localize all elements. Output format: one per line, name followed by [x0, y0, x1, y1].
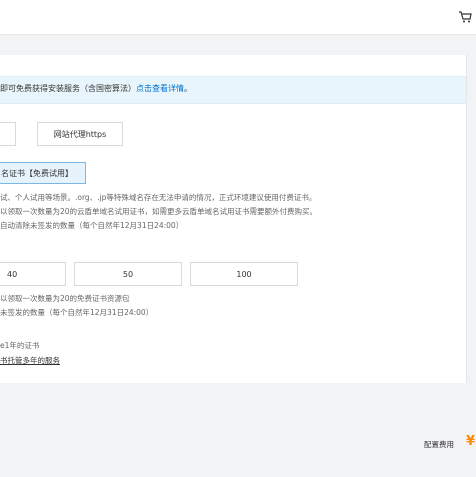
cert-note-1: 试、个人试用等场景。.org、.jp等特殊域名存在无法申请的情况，正式环境建议使… — [0, 193, 317, 202]
quantity-option-40[interactable]: 40 — [0, 262, 66, 286]
cert-note-3: 自动清除未签发的数量（每个自然年12月31日24:00） — [0, 221, 184, 230]
price-currency: ¥ — [466, 434, 476, 449]
notice-text: 即可免费获得安装服务（含国密算法）点击查看详情。 — [0, 83, 192, 94]
notice-message: 即可免费获得安装服务（含国密算法） — [0, 84, 136, 93]
service-option-partial[interactable] — [0, 122, 16, 146]
cart-icon[interactable] — [458, 10, 472, 24]
cert-year-note: e1年的证书 — [0, 341, 40, 350]
cert-type-option-selected[interactable]: 名证书【免费试用】 — [0, 162, 86, 184]
config-fee-label: 配置费用 — [424, 440, 454, 449]
quantity-option-50[interactable]: 50 — [74, 262, 182, 286]
notice-suffix: 。 — [184, 84, 192, 93]
package-note-1: 以领取一次数量为20的免费证书资源包 — [0, 294, 130, 303]
service-option-https-proxy[interactable]: 网站代理https — [37, 122, 123, 146]
config-panel — [0, 55, 467, 383]
quantity-option-100[interactable]: 100 — [190, 262, 298, 286]
package-note-2: 未签发的数量（每个自然年12月31日24:00） — [0, 308, 154, 317]
multi-year-hosting-link[interactable]: 书托管多年的服务 — [0, 355, 60, 366]
cert-note-2: 以领取一次数量为20的云盾单域名试用证书，如需更多云盾单域名试用证书需要额外付费… — [0, 207, 318, 216]
top-bar — [0, 0, 476, 35]
notice-details-link[interactable]: 点击查看详情 — [136, 84, 184, 93]
